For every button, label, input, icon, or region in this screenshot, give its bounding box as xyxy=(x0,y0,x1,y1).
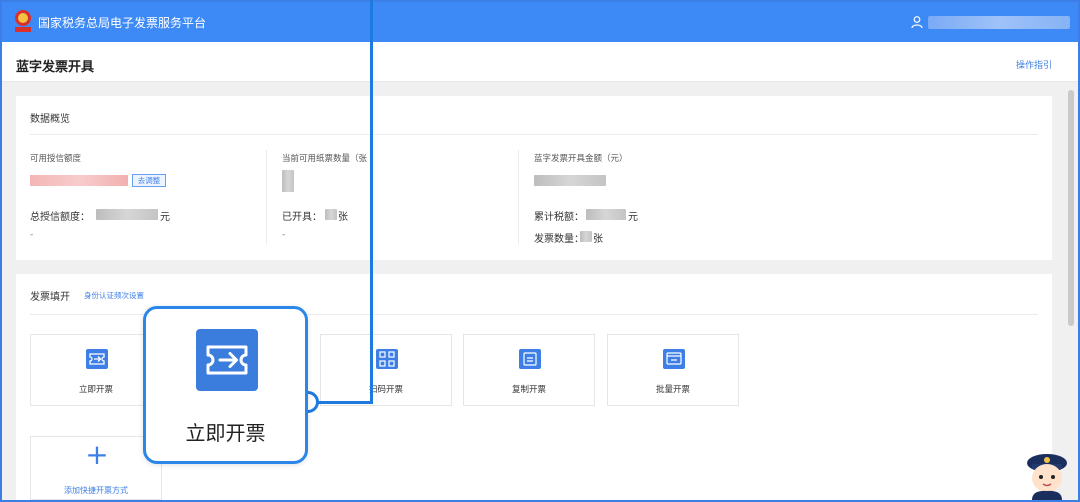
callout-connector-line xyxy=(314,401,373,404)
invoice-count-unit: 张 xyxy=(593,234,603,245)
add-shortcut-label: 添加快捷开票方式 xyxy=(64,486,128,495)
scrollbar[interactable] xyxy=(1068,90,1074,326)
ticket-arrow-icon xyxy=(86,349,108,369)
column-separator xyxy=(518,150,519,244)
amount-masked xyxy=(534,175,606,186)
data-overview-card: 数据概览 可用授信额度 去调整 总授信额度： 元 - 当前可用纸票数量（张 已开… xyxy=(16,96,1052,260)
tile-batch-issue[interactable]: 批量开票 xyxy=(607,334,739,406)
fill-title: 发票填开 xyxy=(30,292,70,303)
paper-count-masked xyxy=(282,170,294,192)
tile-label: 立即开票 xyxy=(78,385,113,395)
credit-label: 可用授信额度 xyxy=(30,154,82,164)
site-title: 国家税务总局电子发票服务平台 xyxy=(38,16,207,30)
invoice-count-label: 发票数量： xyxy=(534,234,584,245)
column-separator xyxy=(266,150,267,244)
tile-label: 扫码开票 xyxy=(368,385,403,395)
total-credit-unit: 元 xyxy=(160,212,170,223)
adjust-button[interactable]: 去调整 xyxy=(132,174,166,187)
page-title-bar: 蓝字发票开具 操作指引 xyxy=(2,42,1078,82)
user-name-masked[interactable] xyxy=(928,16,1070,29)
copy-ticket-icon xyxy=(519,349,541,369)
user-icon[interactable] xyxy=(910,15,924,29)
tile-label: 复制开票 xyxy=(511,385,546,395)
identity-frequency-link[interactable]: 身份认证频次设置 xyxy=(84,290,144,301)
top-bar: 国家税务总局电子发票服务平台 xyxy=(2,2,1078,42)
tile-label: 批量开票 xyxy=(655,385,690,395)
batch-ticket-icon xyxy=(663,349,685,369)
issued-unit: 张 xyxy=(338,212,348,223)
tax-label: 累计税额： xyxy=(534,212,584,223)
paper-dash: - xyxy=(282,230,286,240)
operation-guide-link[interactable]: 操作指引 xyxy=(1016,58,1052,71)
callout-connector-line xyxy=(370,0,373,404)
tax-masked xyxy=(586,209,626,220)
issued-masked xyxy=(325,209,337,220)
tax-emblem-icon xyxy=(15,10,31,32)
issued-label: 已开具： xyxy=(282,212,322,223)
assistant-mascot-icon[interactable] xyxy=(1022,446,1072,500)
tile-copy-issue[interactable]: 复制开票 xyxy=(463,334,595,406)
tile-scan-issue[interactable]: 扫码开票 xyxy=(320,334,452,406)
tax-unit: 元 xyxy=(628,212,638,223)
qr-code-icon xyxy=(376,349,398,369)
invoice-count-masked xyxy=(580,231,592,242)
credit-value-masked xyxy=(30,175,128,186)
amount-label: 蓝字发票开具金额（元） xyxy=(534,154,628,164)
ticket-arrow-icon xyxy=(196,329,258,391)
page-title: 蓝字发票开具 xyxy=(16,60,95,75)
credit-dash: - xyxy=(30,230,34,240)
divider xyxy=(30,134,1038,135)
plus-icon: + xyxy=(85,438,109,471)
total-credit-label: 总授信额度： xyxy=(30,212,90,223)
callout-label: 立即开票 xyxy=(185,421,266,445)
total-credit-masked xyxy=(96,209,158,220)
callout-issue-now: 立即开票 xyxy=(143,306,308,464)
paper-count-label: 当前可用纸票数量（张 xyxy=(282,154,368,164)
overview-title: 数据概览 xyxy=(30,114,70,125)
